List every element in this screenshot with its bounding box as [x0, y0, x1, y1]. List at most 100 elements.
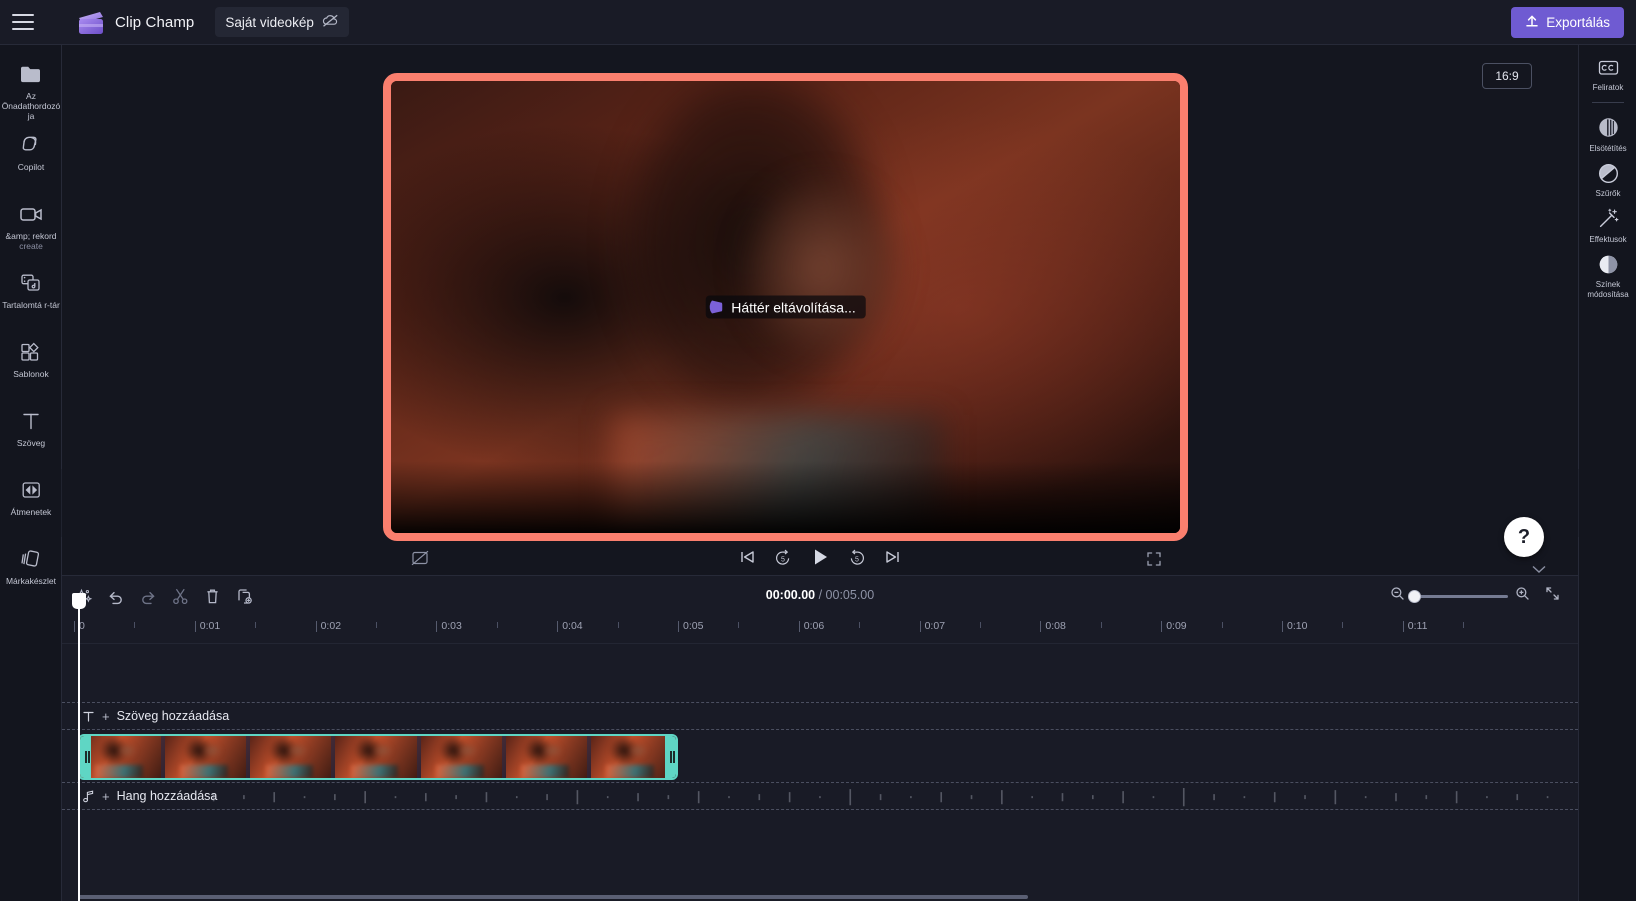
zoom-slider-handle[interactable] — [1408, 589, 1421, 603]
clip-thumbnail — [335, 736, 421, 778]
timeline-horizontal-scrollbar[interactable] — [78, 895, 1028, 899]
add-text-plus: + — [102, 708, 110, 724]
svg-text:5: 5 — [855, 556, 859, 563]
trim-handle-left-icon[interactable] — [80, 736, 91, 778]
aspect-ratio-label: 16:9 — [1495, 69, 1519, 83]
processing-toast: Háttér eltávolítása... — [705, 295, 866, 319]
zoom-out-icon[interactable] — [1390, 586, 1405, 606]
sidebar-item-transitions[interactable]: Átmenetek — [0, 473, 62, 535]
clip-thumbnail — [165, 736, 251, 778]
ruler-tick: 0:11 — [1402, 620, 1428, 632]
zoom-slider[interactable] — [1408, 589, 1508, 603]
ruler-tick: 0:06 — [798, 620, 824, 632]
video-preview-frame[interactable]: Háttér eltávolítása... — [383, 73, 1188, 541]
sidebar-item-copilot[interactable]: Copilot — [0, 128, 62, 190]
effects-wand-icon — [1597, 207, 1620, 231]
transitions-icon — [20, 477, 43, 503]
panel-item-adjust-colors[interactable]: Színek módosítása — [1579, 252, 1636, 299]
hamburger-icon[interactable] — [0, 0, 46, 45]
cloud-off-icon — [322, 14, 339, 30]
skip-to-start-icon[interactable] — [739, 549, 756, 565]
skip-to-end-icon[interactable] — [884, 549, 901, 565]
top-bar: Clip Champ Saját videokép Exportálás — [0, 0, 1636, 45]
panel-item-filters[interactable]: Szűrők — [1579, 161, 1636, 199]
clip-thumbnail — [80, 736, 166, 778]
fullscreen-icon[interactable] — [1146, 551, 1162, 572]
text-track[interactable]: + Szöveg hozzáadása — [62, 702, 1578, 730]
panel-item-effects[interactable]: Effektusok — [1579, 207, 1636, 245]
ruler-tick: 0:02 — [315, 620, 341, 632]
sidebar-item-content-library[interactable]: Tartalomtá r-tár — [0, 266, 62, 328]
panel-item-captions[interactable]: Feliratok — [1579, 55, 1636, 93]
ruler-tick-label: 0:11 — [1407, 620, 1428, 632]
folder-icon — [19, 61, 44, 87]
rewind-5-icon[interactable]: 5 — [774, 549, 792, 566]
sidebar-item-record-create[interactable]: &amp; rekord create — [0, 197, 62, 259]
upload-icon — [1525, 14, 1539, 31]
copilot-icon — [19, 132, 44, 158]
ruler-tick-label: 0:09 — [1166, 620, 1187, 632]
clip-thumbnail — [420, 736, 506, 778]
trim-handle-right-icon[interactable] — [665, 736, 676, 778]
ruler-tick-label: 0:07 — [924, 620, 946, 632]
timeline-toolbar: 00:00.00 / 00:05.00 — [62, 576, 1578, 614]
playhead[interactable] — [72, 593, 86, 901]
audio-track[interactable]: + Hang hozzáadása — [62, 782, 1578, 810]
filters-icon — [1597, 161, 1620, 185]
playhead-handle[interactable] — [72, 593, 86, 609]
ruler-tick: 0:04 — [557, 620, 583, 632]
panel-label-fade: Elsötétítés — [1589, 143, 1627, 153]
panel-label-filters: Szűrők — [1595, 189, 1621, 199]
clip-thumbnail — [590, 736, 676, 778]
captions-off-icon[interactable] — [411, 550, 429, 571]
aspect-ratio-button[interactable]: 16:9 — [1482, 63, 1532, 89]
preview-stage: 16:9 Háttér eltávolítása... 5 5 ? — [62, 45, 1578, 575]
ruler-tick: 0:01 — [194, 620, 220, 632]
right-sidebar: Feliratok Elsötétítés Szűrők Effektusok … — [1563, 45, 1636, 901]
add-text-label: Szöveg hozzáadása — [116, 709, 230, 723]
playback-buttons: 5 5 — [739, 547, 901, 567]
ruler-tick-label: 0:10 — [1287, 620, 1308, 632]
export-label: Exportálás — [1546, 15, 1610, 30]
panel-label-adjust-colors: Színek módosítása — [1587, 280, 1629, 299]
sidebar-item-your-media[interactable]: Az Önadathordozója — [0, 57, 62, 121]
add-audio-button[interactable]: + Hang hozzáadása — [62, 789, 217, 804]
audio-waveform-decoration — [212, 788, 1549, 807]
clipchamp-logo-icon — [76, 9, 106, 36]
ruler-tick: 0:08 — [1040, 620, 1066, 632]
export-button[interactable]: Exportálás — [1511, 7, 1624, 38]
video-camera-icon — [18, 201, 45, 227]
panel-item-fade[interactable]: Elsötétítés — [1579, 116, 1636, 154]
record-main-label: &amp; rekord — [5, 231, 57, 242]
play-button[interactable] — [810, 547, 830, 567]
closed-captions-icon — [1597, 55, 1620, 79]
sidebar-label-copilot: Copilot — [17, 162, 45, 173]
sidebar-label-templates: Sablonok — [13, 369, 49, 380]
help-button[interactable]: ? — [1504, 517, 1544, 557]
timeline-empty-row — [62, 644, 1578, 702]
ruler-tick: 0:07 — [919, 620, 946, 632]
video-track[interactable] — [62, 730, 1578, 782]
content-library-icon — [19, 270, 44, 296]
sidebar-item-text[interactable]: Szöveg — [0, 404, 62, 466]
sidebar-item-templates[interactable]: Sablonok — [0, 335, 62, 397]
timeline-ruler[interactable]: 0 0:01 0:02 0:03 0:04 0:05 0:06 0:07 0:08 0:09 0:1… — [62, 614, 1578, 644]
add-audio-plus: + — [102, 788, 110, 804]
fit-timeline-icon[interactable] — [1545, 586, 1560, 606]
current-time-label: 00:00.00 — [765, 588, 816, 602]
help-label: ? — [1517, 525, 1531, 548]
brand: Clip Champ — [76, 9, 194, 36]
sidebar-label-your-media: Az Önadathordozója — [1, 91, 61, 121]
forward-5-icon[interactable]: 5 — [848, 549, 866, 566]
sidebar-item-brand-kit[interactable]: Márkakészlet — [0, 542, 62, 604]
video-clip[interactable] — [78, 734, 678, 780]
panel-label-effects: Effektusok — [1589, 234, 1627, 244]
left-sidebar: Az Önadathordozója Copilot &amp; rekord … — [0, 45, 78, 901]
timeline-panel: 00:00.00 / 00:05.00 0 0:01 0:02 0:03 0:0… — [62, 575, 1578, 901]
project-name-label: Saját videokép — [225, 14, 314, 30]
project-name-chip[interactable]: Saját videokép — [215, 7, 349, 37]
music-note-icon — [82, 789, 95, 803]
processing-toast-label: Háttér eltávolítása... — [731, 299, 856, 315]
zoom-in-icon[interactable] — [1515, 586, 1530, 606]
add-text-button[interactable]: + Szöveg hozzáadása — [62, 709, 229, 724]
